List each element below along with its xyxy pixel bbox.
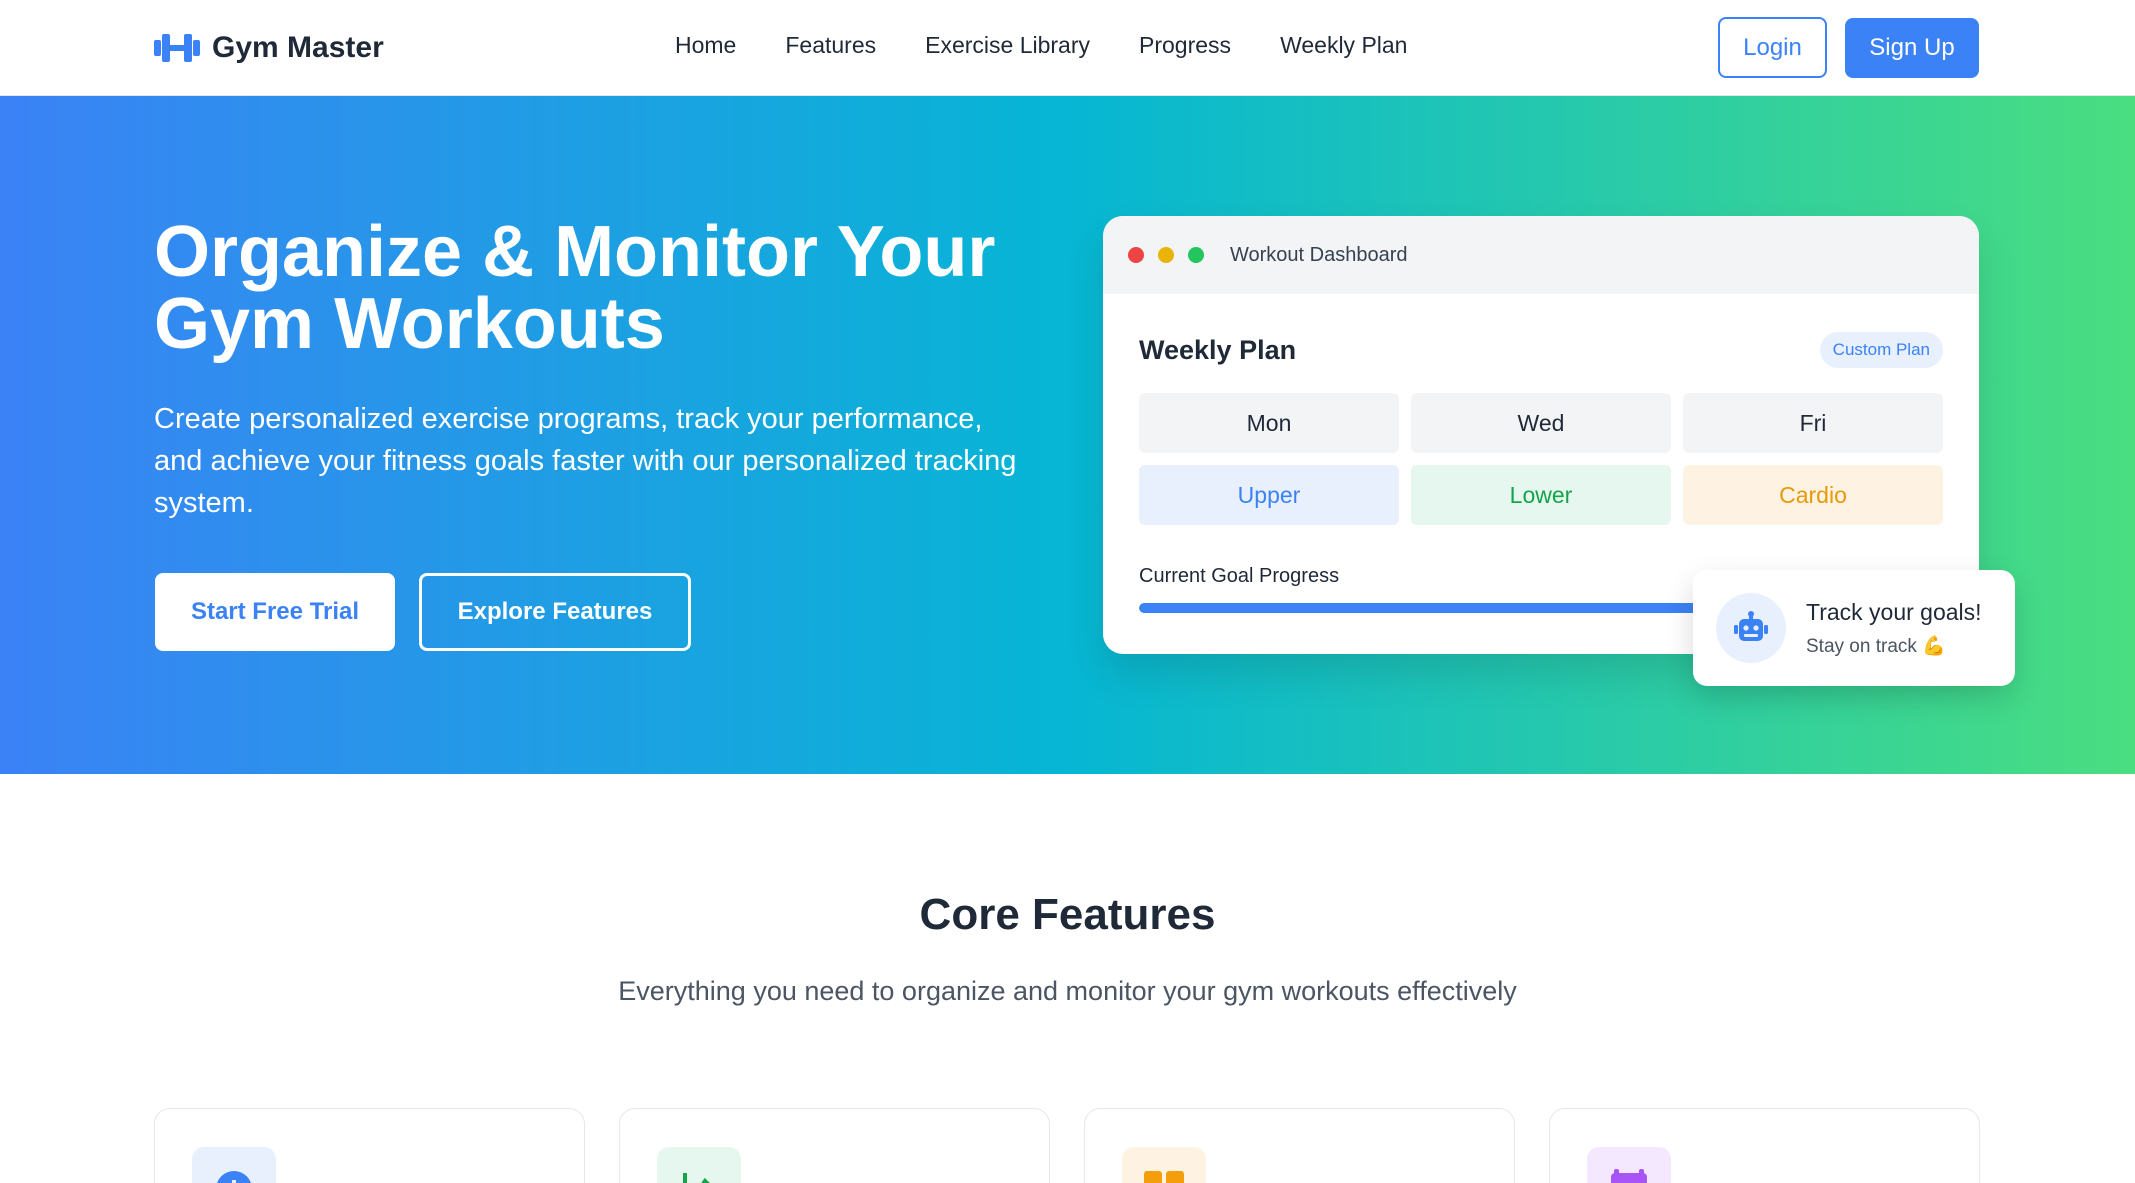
book-icon bbox=[1122, 1147, 1206, 1183]
signup-button[interactable]: Sign Up bbox=[1845, 18, 1979, 78]
chart-icon bbox=[657, 1147, 741, 1183]
day-mon: Mon bbox=[1139, 393, 1399, 453]
nav-link-exercise-library[interactable]: Exercise Library bbox=[925, 32, 1090, 59]
feature-card[interactable] bbox=[154, 1108, 585, 1183]
goal-progress-fill bbox=[1139, 603, 1742, 613]
robot-icon bbox=[1734, 611, 1768, 641]
minimize-dot-icon bbox=[1158, 247, 1174, 263]
hero-section: Organize & Monitor Your Gym Workouts Cre… bbox=[0, 96, 2135, 774]
nav-link-features[interactable]: Features bbox=[785, 32, 876, 59]
track-goals-tooltip: Track your goals! Stay on track 💪 bbox=[1693, 570, 2015, 686]
hero-title: Organize & Monitor Your Gym Workouts bbox=[154, 212, 996, 364]
feature-card[interactable] bbox=[619, 1108, 1050, 1183]
close-dot-icon bbox=[1128, 247, 1144, 263]
dashboard-window-header: Workout Dashboard bbox=[1103, 216, 1979, 294]
maximize-dot-icon bbox=[1188, 247, 1204, 263]
custom-plan-badge: Custom Plan bbox=[1819, 332, 1943, 368]
calendar-icon bbox=[1587, 1147, 1671, 1183]
plus-circle-icon bbox=[192, 1147, 276, 1183]
feature-card[interactable] bbox=[1549, 1108, 1980, 1183]
tooltip-subtitle: Stay on track 💪 bbox=[1806, 635, 1946, 657]
workout-lower: Lower bbox=[1411, 465, 1671, 525]
brand-name: Gym Master bbox=[212, 31, 384, 64]
weekly-plan-title: Weekly Plan bbox=[1139, 334, 1297, 365]
core-features-title: Core Features bbox=[919, 890, 1216, 939]
hero-subtitle: Create personalized exercise programs, t… bbox=[154, 403, 1017, 519]
feature-card[interactable] bbox=[1084, 1108, 1515, 1183]
core-features-subtitle: Everything you need to organize and moni… bbox=[618, 976, 1517, 1006]
dashboard-title: Workout Dashboard bbox=[1230, 243, 1408, 266]
workout-cardio: Cardio bbox=[1683, 465, 1943, 525]
robot-avatar bbox=[1716, 593, 1786, 663]
nav-links: Home Features Exercise Library Progress … bbox=[675, 32, 1407, 59]
navbar: Gym Master Home Features Exercise Librar… bbox=[0, 0, 2135, 96]
nav-link-progress[interactable]: Progress bbox=[1139, 32, 1231, 59]
nav-link-weekly-plan[interactable]: Weekly Plan bbox=[1280, 32, 1407, 59]
login-button[interactable]: Login bbox=[1718, 17, 1827, 78]
nav-link-home[interactable]: Home bbox=[675, 32, 736, 59]
start-free-trial-button[interactable]: Start Free Trial bbox=[155, 573, 395, 651]
day-wed: Wed bbox=[1411, 393, 1671, 453]
explore-features-button[interactable]: Explore Features bbox=[419, 573, 691, 651]
tooltip-title: Track your goals! bbox=[1806, 598, 1982, 625]
weekly-plan-grid: Mon Wed Fri Upper Lower Cardio bbox=[1139, 393, 1943, 525]
day-fri: Fri bbox=[1683, 393, 1943, 453]
dumbbell-icon bbox=[154, 34, 200, 62]
workout-upper: Upper bbox=[1139, 465, 1399, 525]
brand-logo[interactable]: Gym Master bbox=[154, 28, 384, 68]
